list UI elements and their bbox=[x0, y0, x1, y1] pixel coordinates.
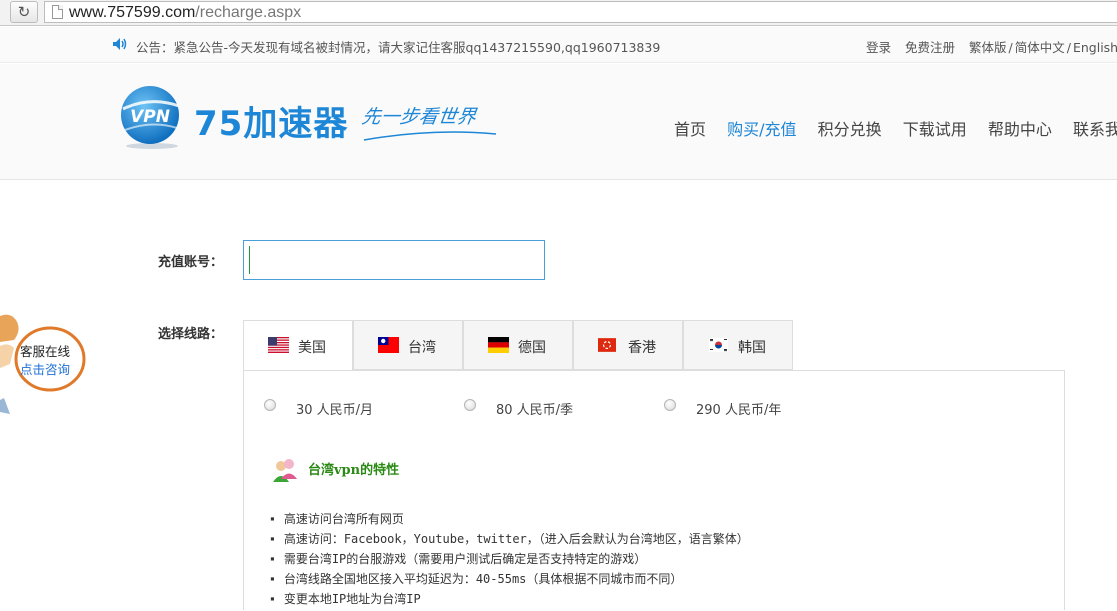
tab-label: 韩国 bbox=[738, 340, 766, 356]
list-item: 高速访问台湾所有网页 bbox=[270, 509, 749, 529]
list-item: 台湾线路全国地区接入平均延迟为：40-55ms（具体根据不同城市而不同） bbox=[270, 569, 749, 589]
price-text: 30 人民币/月 bbox=[296, 403, 374, 418]
list-item: 高速访问：Facebook，Youtube，twitter，（进入后会默认为台湾… bbox=[270, 529, 749, 549]
radio-button[interactable] bbox=[464, 399, 476, 411]
account-label: 充值账号： bbox=[158, 255, 224, 270]
route-label: 选择线路： bbox=[158, 327, 224, 342]
de-flag-icon bbox=[488, 337, 509, 353]
feature-title: 台湾vpn的特性 bbox=[308, 463, 400, 478]
url-text[interactable]: www.757599.com/recharge.aspx bbox=[69, 3, 301, 22]
list-item: 变更本地IP地址为台湾IP bbox=[270, 589, 749, 609]
slogan-swoosh bbox=[363, 131, 497, 141]
nav-help[interactable]: 帮助中心 bbox=[988, 120, 1052, 139]
login-link[interactable]: 登录 bbox=[866, 40, 891, 55]
text-caret bbox=[249, 246, 250, 274]
main-nav: 首页 购买/充值 积分兑换 下载试用 帮助中心 联系我们 bbox=[674, 116, 1117, 140]
vpn-logo-globe[interactable]: VPN bbox=[117, 84, 187, 150]
account-input[interactable] bbox=[243, 240, 545, 280]
tab-usa[interactable]: 美国 bbox=[243, 320, 353, 371]
route-panel: 30 人民币/月 80 人民币/季 290 人民币/年 台湾vpn的特性 高速访… bbox=[243, 370, 1065, 610]
tab-taiwan[interactable]: 台湾 bbox=[353, 320, 463, 370]
top-links: 登录 免费注册 繁体版 / 简体中文 / English bbox=[866, 37, 1117, 56]
service-consult-link[interactable]: 点击咨询 bbox=[20, 362, 70, 377]
tab-germany[interactable]: 德国 bbox=[463, 320, 573, 370]
traditional-chinese-link[interactable]: 繁体版 bbox=[969, 40, 1007, 55]
url-path: /recharge.aspx bbox=[195, 4, 302, 21]
speaker-icon bbox=[113, 38, 127, 50]
logo-badge-text: VPN bbox=[130, 107, 170, 127]
tab-label: 香港 bbox=[628, 340, 656, 356]
reload-icon[interactable]: ↻ bbox=[10, 1, 38, 23]
page-icon bbox=[52, 5, 63, 19]
english-link[interactable]: English bbox=[1073, 40, 1117, 55]
customer-service-widget[interactable]: 客服在线 点击咨询 bbox=[0, 312, 88, 416]
tab-label: 台湾 bbox=[408, 340, 436, 356]
nav-recharge[interactable]: 购买/充值 bbox=[727, 120, 796, 139]
list-item: 需要台湾IP的台服游戏（需要用户测试后确定是否支持特定的游戏） bbox=[270, 549, 749, 569]
slogan: 先一步看世界 bbox=[360, 106, 478, 128]
lang-separator-2: / bbox=[1066, 40, 1071, 55]
us-flag-icon bbox=[268, 337, 289, 353]
nav-download[interactable]: 下载试用 bbox=[903, 120, 967, 139]
browser-toolbar: ↻ www.757599.com/recharge.aspx bbox=[0, 0, 1117, 26]
tab-korea[interactable]: 韩国 bbox=[683, 320, 793, 370]
feature-list: 高速访问台湾所有网页 高速访问：Facebook，Youtube，twitter… bbox=[270, 509, 749, 609]
tab-label: 德国 bbox=[518, 340, 546, 356]
url-host: www.757599.com bbox=[69, 4, 196, 21]
kr-flag-icon bbox=[708, 337, 729, 353]
radio-button[interactable] bbox=[664, 399, 676, 411]
logo-title[interactable]: 75加速器 bbox=[194, 96, 348, 145]
nav-home[interactable]: 首页 bbox=[674, 120, 706, 139]
announcement-text: 公告：紧急公告-今天发现有域名被封情况，请大家记住客服qq1437215590,… bbox=[136, 40, 661, 55]
notice-bar: 公告：紧急公告-今天发现有域名被封情况，请大家记住客服qq1437215590,… bbox=[0, 27, 1117, 63]
tab-hongkong[interactable]: 香港 bbox=[573, 320, 683, 370]
users-icon bbox=[273, 459, 297, 482]
nav-points[interactable]: 积分兑换 bbox=[818, 120, 882, 139]
simplified-chinese-link[interactable]: 简体中文 bbox=[1015, 40, 1065, 55]
service-online-text: 客服在线 bbox=[20, 344, 71, 359]
hk-flag-icon bbox=[598, 338, 616, 352]
price-text: 290 人民币/年 bbox=[696, 403, 782, 418]
nav-contact[interactable]: 联系我们 bbox=[1073, 120, 1117, 139]
address-bar[interactable]: www.757599.com/recharge.aspx bbox=[44, 1, 1117, 23]
price-text: 80 人民币/季 bbox=[496, 403, 574, 418]
radio-button[interactable] bbox=[264, 399, 276, 411]
site-header: VPN 75加速器 先一步看世界 首页 购买/充值 积分兑换 下载试用 帮助中心… bbox=[0, 64, 1117, 180]
tw-flag-icon bbox=[378, 337, 399, 353]
lang-separator: / bbox=[1008, 40, 1013, 55]
register-link[interactable]: 免费注册 bbox=[905, 40, 955, 55]
tab-label: 美国 bbox=[298, 340, 326, 356]
